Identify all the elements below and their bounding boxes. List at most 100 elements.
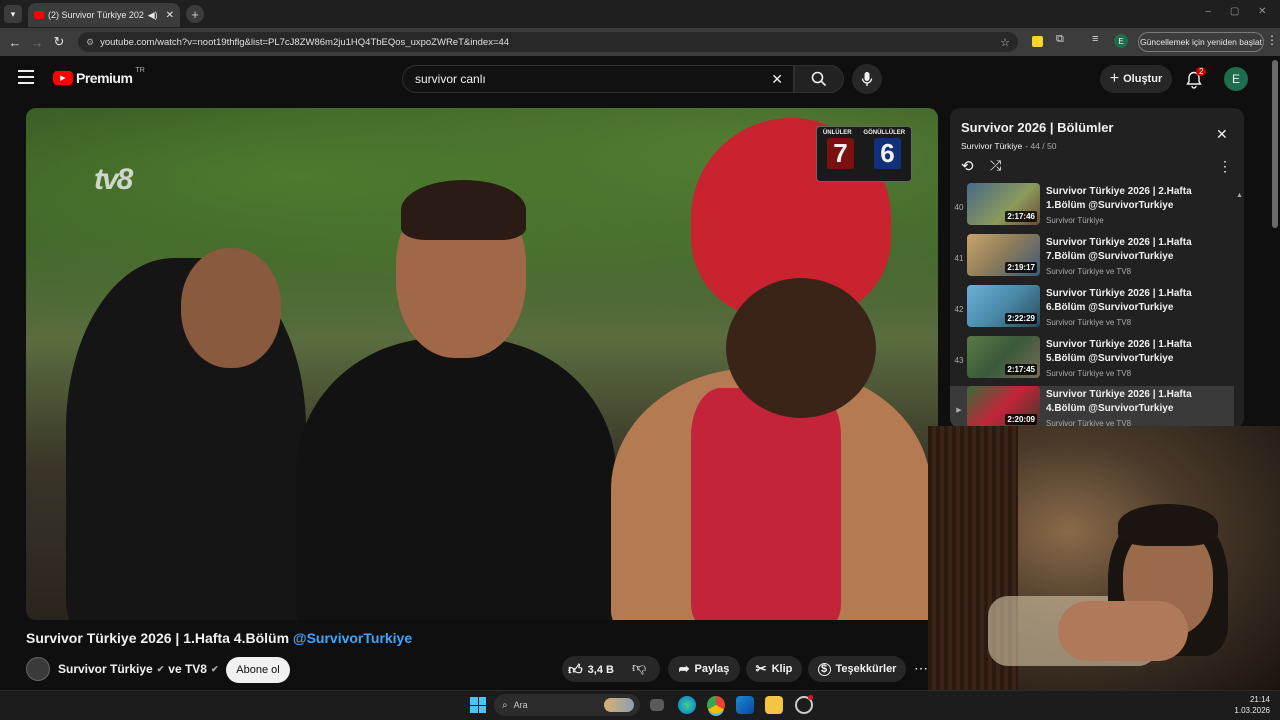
page-scrollbar[interactable] [1272, 60, 1278, 228]
forward-arrow-icon[interactable]: → [26, 31, 48, 53]
windows-start-icon[interactable] [470, 697, 486, 713]
playlist-item-thumbnail[interactable]: 2:17:46 [967, 183, 1040, 225]
tab-title: (2) Survivor Türkiye 2026 | 1. [48, 10, 144, 20]
playlist-item-thumbnail[interactable]: 2:17:45 [967, 336, 1040, 378]
playlist-item-thumbnail[interactable]: 2:19:17 [967, 234, 1040, 276]
video-player[interactable]: tv8 ÜNLÜLER GÖNÜLLÜLER 7 6 [26, 108, 938, 620]
clear-search-icon[interactable]: ✕ [771, 71, 783, 88]
browser-tab-active[interactable]: (2) Survivor Türkiye 2026 | 1. ◀) ✕ [28, 3, 180, 27]
window-controls[interactable]: – ▢ ✕ [1196, 6, 1276, 17]
create-button[interactable]: + Oluştur [1100, 65, 1172, 93]
shuffle-icon[interactable]: ⤮ [990, 157, 1001, 174]
search-input[interactable]: survivor canlı ✕ [402, 65, 794, 93]
playlist-item-duration: 2:19:17 [1005, 262, 1037, 273]
channel-name[interactable]: Survivor Türkiye [58, 662, 153, 676]
video-title: Survivor Türkiye 2026 | 1.Hafta 4.Bölüm … [26, 630, 626, 646]
channel-collab[interactable]: ve TV8 [168, 662, 207, 676]
playlist-title[interactable]: Survivor 2026 | Bölümler [961, 120, 1113, 135]
notifications-button[interactable]: 2 [1184, 67, 1207, 90]
playlist-owner[interactable]: Survivor Türkiye [961, 141, 1022, 151]
voice-search-button[interactable] [852, 64, 882, 94]
playlist-item[interactable]: 41 2:19:17 Survivor Türkiye 2026 | 1.Haf… [950, 234, 1244, 284]
windows-taskbar [0, 690, 1280, 720]
account-avatar[interactable]: E [1224, 67, 1248, 91]
playlist-item[interactable]: 40 2:17:46 Survivor Türkiye 2026 | 2.Haf… [950, 183, 1244, 233]
audio-icon[interactable]: ◀) [148, 10, 158, 21]
verified-icon: ✔ [156, 663, 165, 674]
channel-avatar[interactable] [26, 657, 50, 681]
playlist-item[interactable]: 42 2:22:29 Survivor Türkiye 2026 | 1.Haf… [950, 285, 1244, 335]
thanks-button[interactable]: $ Teşekkürler [808, 656, 906, 682]
plus-icon: + [1109, 70, 1120, 87]
subscribe-button[interactable]: Abone ol [226, 657, 290, 683]
update-restart-button[interactable]: Güncellemek için yeniden başlat [1138, 32, 1264, 52]
thanks-dollar-icon: $ [817, 662, 831, 676]
extensions-puzzle-icon[interactable]: ⧉ [1056, 33, 1064, 46]
thumbs-down-icon: 👎︎ [632, 659, 647, 675]
playlist-item[interactable]: 43 2:17:45 Survivor Türkiye 2026 | 1.Haf… [950, 336, 1244, 386]
clip-button[interactable]: ✂ Klip [746, 656, 802, 682]
address-bar[interactable]: ⚙ youtube.com/watch?v=noot19thflg&list=P… [78, 32, 1018, 52]
task-view-icon[interactable] [650, 699, 664, 711]
playlist-more-icon[interactable]: ⋮ [1218, 158, 1232, 175]
channel-names[interactable]: Survivor Türkiye ✔ ve TV8 ✔ [58, 662, 219, 676]
share-button[interactable]: ➦ Paylaş [668, 656, 740, 682]
video-title-hashtag[interactable]: @SurvivorTurkiye [293, 630, 412, 646]
playlist-item-title[interactable]: Survivor Türkiye 2026 | 1.Hafta 4.Bölüm … [1046, 388, 1226, 416]
youtube-logo[interactable]: ▶ Premium TR [53, 67, 145, 86]
site-info-icon[interactable]: ⚙ [86, 37, 94, 48]
browser-menu-icon[interactable]: ⋮ [1266, 33, 1278, 47]
like-button[interactable]: 👍︎ 3,4 B [568, 661, 614, 678]
profile-avatar[interactable]: E [1114, 34, 1128, 48]
thanks-label: Teşekkürler [835, 663, 897, 675]
close-window-icon[interactable]: ✕ [1258, 6, 1266, 17]
playlist-item-index: 41 [954, 254, 964, 263]
app-notification-dot [808, 695, 813, 700]
microphone-icon [861, 72, 873, 86]
edge-icon[interactable] [678, 696, 696, 714]
minimize-icon[interactable]: – [1205, 6, 1211, 17]
playlist-item-index: 40 [954, 203, 964, 212]
taskbar-search[interactable]: ⌕ Ara [494, 694, 640, 716]
playlist-item-title[interactable]: Survivor Türkiye 2026 | 2.Hafta 1.Bölüm … [1046, 185, 1226, 213]
playlist-item-duration: 2:17:46 [1005, 211, 1037, 222]
new-tab-button[interactable]: + [186, 5, 204, 23]
playlist-item-title[interactable]: Survivor Türkiye 2026 | 1.Hafta 6.Bölüm … [1046, 287, 1226, 315]
playlist-close-icon[interactable]: ✕ [1216, 126, 1228, 143]
youtube-logo-text: Premium [76, 70, 133, 86]
system-clock[interactable]: 21:14 1.03.2026 [1220, 694, 1270, 716]
share-label: Paylaş [694, 663, 730, 675]
maximize-icon[interactable]: ▢ [1230, 6, 1239, 17]
team-right-score: 6 [874, 138, 901, 169]
playlist-item-duration: 2:20:09 [1005, 414, 1037, 425]
tab-close-icon[interactable]: ✕ [166, 10, 174, 21]
playlist-item-title[interactable]: Survivor Türkiye 2026 | 1.Hafta 7.Bölüm … [1046, 236, 1226, 264]
search-button[interactable] [794, 65, 844, 93]
playlist-item-thumbnail[interactable]: 2:20:09 [967, 386, 1040, 428]
playlist-item-title[interactable]: Survivor Türkiye 2026 | 1.Hafta 5.Bölüm … [1046, 338, 1226, 366]
back-arrow-icon[interactable]: ← [4, 31, 26, 53]
mail-icon[interactable] [736, 696, 754, 714]
hamburger-menu-icon[interactable] [18, 70, 34, 84]
reload-icon[interactable]: ↻ [48, 31, 70, 53]
playlist-meta: Survivor Türkiye - 44 / 50 [961, 141, 1056, 151]
search-value: survivor canlı [415, 72, 486, 86]
extension-icon[interactable] [1032, 36, 1043, 47]
tv8-channel-logo: tv8 [94, 163, 133, 196]
verified-icon-2: ✔ [210, 663, 219, 674]
bookmark-star-icon[interactable]: ☆ [1000, 36, 1010, 49]
more-actions-icon[interactable]: ⋯ [914, 660, 928, 677]
thumbs-up-icon: 👍︎ [568, 661, 583, 677]
playlist-position: - 44 / 50 [1025, 141, 1057, 151]
team-right-label: GÖNÜLLÜLER [863, 130, 906, 136]
loop-icon[interactable]: ⟲ [961, 157, 974, 175]
scissors-icon: ✂ [755, 661, 767, 676]
tab-list-button[interactable]: ▾ [4, 5, 22, 23]
media-control-icon[interactable]: ≡ [1092, 33, 1098, 45]
playlist-item-current[interactable]: ▶ 2:20:09 Survivor Türkiye 2026 | 1.Haft… [950, 386, 1234, 428]
dislike-button[interactable]: 👎︎ [632, 659, 646, 676]
playlist-item-thumbnail[interactable]: 2:22:29 [967, 285, 1040, 327]
chrome-icon[interactable] [707, 696, 725, 714]
playlist-item-index: 43 [954, 356, 964, 365]
file-explorer-icon[interactable] [765, 696, 783, 714]
